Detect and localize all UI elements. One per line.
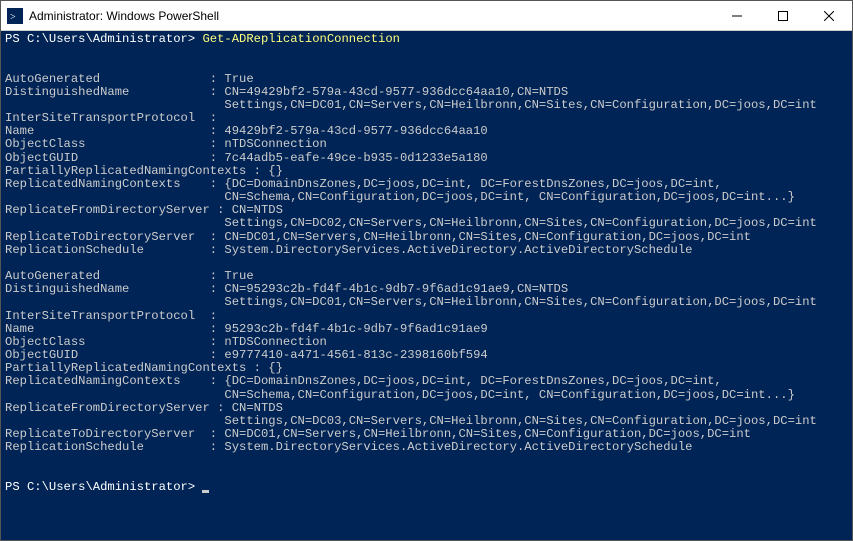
prompt-line: PS C:\Users\Administrator> bbox=[5, 32, 202, 46]
window-title: Administrator: Windows PowerShell bbox=[29, 9, 714, 23]
record-0-AutoGenerated: AutoGenerated : True bbox=[5, 72, 254, 86]
svg-text:>: > bbox=[10, 12, 16, 23]
record-0-ObjectGUID: ObjectGUID : 7c44adb5-eafe-49ce-b935-0d1… bbox=[5, 151, 488, 165]
terminal-output[interactable]: PS C:\Users\Administrator> Get-ADReplica… bbox=[1, 31, 852, 540]
record-1-Name: Name : 95293c2b-fd4f-4b1c-9db7-9f6ad1c91… bbox=[5, 322, 488, 336]
record-0-ReplicateFromDirectoryServer: ReplicateFromDirectoryServer : CN=NTDS bbox=[5, 203, 283, 217]
record-1-ObjectClass: ObjectClass : nTDSConnection bbox=[5, 335, 327, 349]
record-1-DistinguishedName: DistinguishedName : CN=95293c2b-fd4f-4b1… bbox=[5, 282, 568, 296]
powershell-icon: > bbox=[7, 8, 23, 24]
record-0-ReplicatedNamingContexts-cont: CN=Schema,CN=Configuration,DC=joos,DC=in… bbox=[5, 190, 795, 204]
record-0-DistinguishedName: DistinguishedName : CN=49429bf2-579a-43c… bbox=[5, 85, 568, 99]
record-1-ReplicatedNamingContexts: ReplicatedNamingContexts : {DC=DomainDns… bbox=[5, 374, 722, 388]
maximize-button[interactable] bbox=[760, 1, 806, 31]
record-1-ReplicatedNamingContexts-cont: CN=Schema,CN=Configuration,DC=joos,DC=in… bbox=[5, 388, 795, 402]
prompt-line-2: PS C:\Users\Administrator> bbox=[5, 480, 202, 494]
record-1-InterSiteTransportProtocol: InterSiteTransportProtocol : bbox=[5, 309, 224, 323]
record-1-ReplicateToDirectoryServer: ReplicateToDirectoryServer : CN=DC01,CN=… bbox=[5, 427, 751, 441]
record-1-ObjectGUID: ObjectGUID : e9777410-a471-4561-813c-239… bbox=[5, 348, 488, 362]
powershell-window: > Administrator: Windows PowerShell PS C… bbox=[0, 0, 853, 541]
record-0-ReplicatedNamingContexts: ReplicatedNamingContexts : {DC=DomainDns… bbox=[5, 177, 722, 191]
record-0-DistinguishedName-cont: Settings,CN=DC01,CN=Servers,CN=Heilbronn… bbox=[5, 98, 817, 112]
cursor bbox=[202, 490, 209, 493]
command-text: Get-ADReplicationConnection bbox=[202, 32, 399, 46]
minimize-button[interactable] bbox=[714, 1, 760, 31]
record-1-ReplicateFromDirectoryServer: ReplicateFromDirectoryServer : CN=NTDS bbox=[5, 401, 283, 415]
record-0-ObjectClass: ObjectClass : nTDSConnection bbox=[5, 137, 327, 151]
record-0-PartiallyReplicatedNamingContexts: PartiallyReplicatedNamingContexts : {} bbox=[5, 164, 283, 178]
record-0-Name: Name : 49429bf2-579a-43cd-9577-936dcc64a… bbox=[5, 124, 488, 138]
record-1-DistinguishedName-cont: Settings,CN=DC01,CN=Servers,CN=Heilbronn… bbox=[5, 295, 817, 309]
record-0-ReplicateToDirectoryServer: ReplicateToDirectoryServer : CN=DC01,CN=… bbox=[5, 230, 751, 244]
record-0-ReplicationSchedule: ReplicationSchedule : System.DirectorySe… bbox=[5, 243, 693, 257]
record-0-ReplicateFromDirectoryServer-cont: Settings,CN=DC02,CN=Servers,CN=Heilbronn… bbox=[5, 216, 817, 230]
record-1-AutoGenerated: AutoGenerated : True bbox=[5, 269, 254, 283]
titlebar[interactable]: > Administrator: Windows PowerShell bbox=[1, 1, 852, 31]
record-0-InterSiteTransportProtocol: InterSiteTransportProtocol : bbox=[5, 111, 224, 125]
record-1-PartiallyReplicatedNamingContexts: PartiallyReplicatedNamingContexts : {} bbox=[5, 361, 283, 375]
record-1-ReplicationSchedule: ReplicationSchedule : System.DirectorySe… bbox=[5, 440, 693, 454]
record-1-ReplicateFromDirectoryServer-cont: Settings,CN=DC03,CN=Servers,CN=Heilbronn… bbox=[5, 414, 817, 428]
close-button[interactable] bbox=[806, 1, 852, 31]
